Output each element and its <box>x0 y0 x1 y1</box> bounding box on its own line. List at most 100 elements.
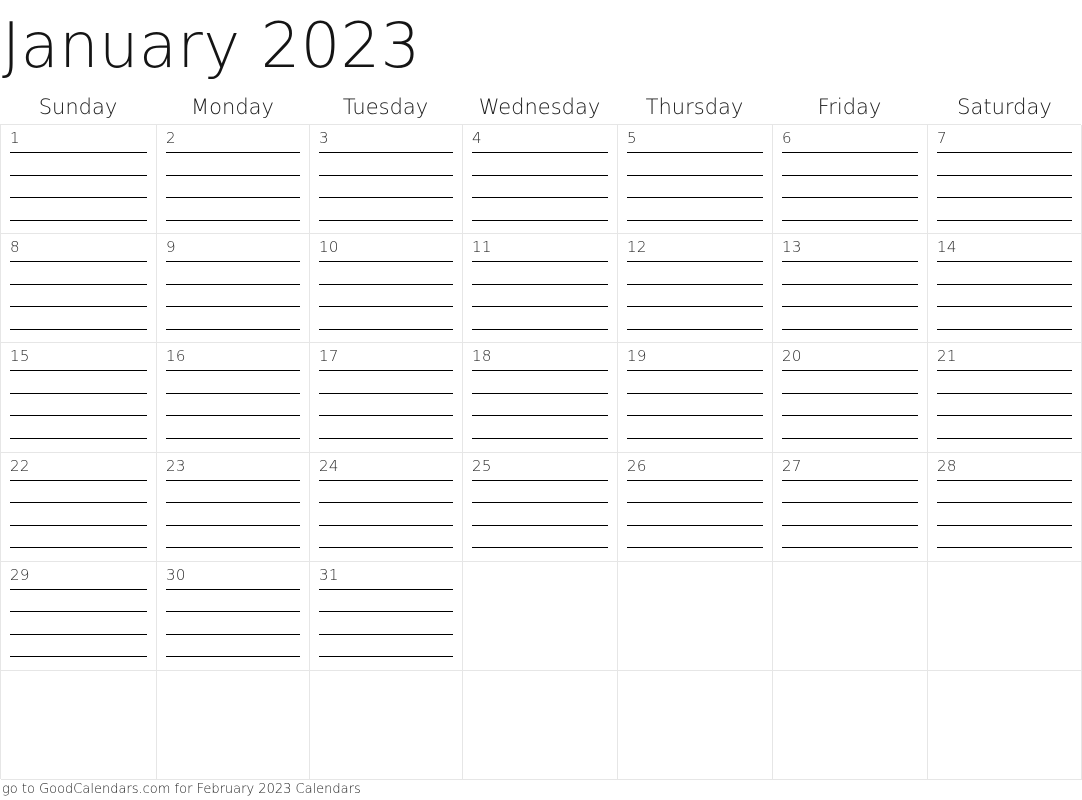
note-rule-line[interactable] <box>472 479 608 481</box>
note-rule-line[interactable] <box>10 392 147 394</box>
note-rule-line[interactable] <box>782 174 918 176</box>
day-cell-empty[interactable] <box>928 670 1082 781</box>
day-cell-7[interactable]: 7 <box>928 125 1082 235</box>
day-cell-11[interactable]: 11 <box>463 234 618 344</box>
note-rule-line[interactable] <box>782 306 918 308</box>
day-cell-16[interactable]: 16 <box>157 343 310 453</box>
note-rule-line[interactable] <box>472 197 608 198</box>
note-rule-line[interactable] <box>10 283 147 285</box>
note-rule-line[interactable] <box>782 328 918 330</box>
day-cell-9[interactable]: 9 <box>157 234 310 344</box>
note-rule-line[interactable] <box>627 197 763 198</box>
day-cell-10[interactable]: 10 <box>310 234 463 344</box>
note-rule-line[interactable] <box>10 437 147 439</box>
note-rule-line[interactable] <box>166 588 300 590</box>
note-rule-line[interactable] <box>472 152 608 153</box>
day-cell-15[interactable]: 15 <box>1 343 157 453</box>
day-cell-17[interactable]: 17 <box>310 343 463 453</box>
note-rule-line[interactable] <box>166 633 300 635</box>
note-rule-line[interactable] <box>166 328 300 330</box>
note-rule-line[interactable] <box>166 174 300 176</box>
note-rule-line[interactable] <box>319 370 453 372</box>
note-rule-line[interactable] <box>166 656 300 658</box>
note-rule-line[interactable] <box>10 547 147 549</box>
note-rule-line[interactable] <box>627 392 763 394</box>
note-rule-line[interactable] <box>319 219 453 221</box>
note-rule-line[interactable] <box>627 152 763 153</box>
note-rule-line[interactable] <box>937 328 1072 330</box>
note-rule-line[interactable] <box>937 261 1072 263</box>
note-rule-line[interactable] <box>10 219 147 221</box>
note-rule-line[interactable] <box>782 392 918 394</box>
day-cell-26[interactable]: 26 <box>618 452 773 562</box>
day-cell-19[interactable]: 19 <box>618 343 773 453</box>
note-rule-line[interactable] <box>472 524 608 526</box>
note-rule-line[interactable] <box>937 219 1072 221</box>
day-cell-empty[interactable] <box>463 670 618 781</box>
note-rule-line[interactable] <box>166 306 300 308</box>
note-rule-line[interactable] <box>166 479 300 481</box>
note-rule-line[interactable] <box>937 502 1072 504</box>
note-rule-line[interactable] <box>10 588 147 590</box>
note-rule-line[interactable] <box>782 502 918 504</box>
note-rule-line[interactable] <box>627 437 763 439</box>
note-rule-line[interactable] <box>782 283 918 285</box>
note-rule-line[interactable] <box>10 502 147 504</box>
day-cell-8[interactable]: 8 <box>1 234 157 344</box>
note-rule-line[interactable] <box>10 370 147 372</box>
day-cell-28[interactable]: 28 <box>928 452 1082 562</box>
note-rule-line[interactable] <box>627 328 763 330</box>
note-rule-line[interactable] <box>472 392 608 394</box>
note-rule-line[interactable] <box>627 524 763 526</box>
note-rule-line[interactable] <box>319 174 453 176</box>
day-cell-20[interactable]: 20 <box>773 343 928 453</box>
day-cell-empty[interactable] <box>157 670 310 781</box>
note-rule-line[interactable] <box>319 611 453 613</box>
note-rule-line[interactable] <box>10 197 147 198</box>
note-rule-line[interactable] <box>472 283 608 285</box>
note-rule-line[interactable] <box>937 415 1072 417</box>
note-rule-line[interactable] <box>782 152 918 153</box>
day-cell-27[interactable]: 27 <box>773 452 928 562</box>
note-rule-line[interactable] <box>472 437 608 439</box>
note-rule-line[interactable] <box>166 219 300 221</box>
note-rule-line[interactable] <box>782 197 918 198</box>
note-rule-line[interactable] <box>937 524 1072 526</box>
note-rule-line[interactable] <box>319 502 453 504</box>
note-rule-line[interactable] <box>937 437 1072 439</box>
note-rule-line[interactable] <box>319 633 453 635</box>
note-rule-line[interactable] <box>319 328 453 330</box>
note-rule-line[interactable] <box>166 392 300 394</box>
day-cell-22[interactable]: 22 <box>1 452 157 562</box>
note-rule-line[interactable] <box>937 306 1072 308</box>
day-cell-18[interactable]: 18 <box>463 343 618 453</box>
day-cell-empty[interactable] <box>773 670 928 781</box>
note-rule-line[interactable] <box>782 479 918 481</box>
note-rule-line[interactable] <box>627 415 763 417</box>
note-rule-line[interactable] <box>937 152 1072 153</box>
note-rule-line[interactable] <box>10 152 147 153</box>
note-rule-line[interactable] <box>627 174 763 176</box>
note-rule-line[interactable] <box>782 437 918 439</box>
note-rule-line[interactable] <box>10 306 147 308</box>
day-cell-23[interactable]: 23 <box>157 452 310 562</box>
note-rule-line[interactable] <box>10 479 147 481</box>
day-cell-empty[interactable] <box>618 670 773 781</box>
note-rule-line[interactable] <box>937 283 1072 285</box>
note-rule-line[interactable] <box>10 611 147 613</box>
day-cell-25[interactable]: 25 <box>463 452 618 562</box>
note-rule-line[interactable] <box>10 415 147 417</box>
day-cell-14[interactable]: 14 <box>928 234 1082 344</box>
day-cell-6[interactable]: 6 <box>773 125 928 235</box>
note-rule-line[interactable] <box>319 524 453 526</box>
day-cell-2[interactable]: 2 <box>157 125 310 235</box>
day-cell-3[interactable]: 3 <box>310 125 463 235</box>
note-rule-line[interactable] <box>627 502 763 504</box>
day-cell-30[interactable]: 30 <box>157 561 310 671</box>
note-rule-line[interactable] <box>319 283 453 285</box>
note-rule-line[interactable] <box>782 547 918 549</box>
note-rule-line[interactable] <box>937 479 1072 481</box>
note-rule-line[interactable] <box>627 261 763 263</box>
note-rule-line[interactable] <box>10 261 147 263</box>
note-rule-line[interactable] <box>782 219 918 221</box>
